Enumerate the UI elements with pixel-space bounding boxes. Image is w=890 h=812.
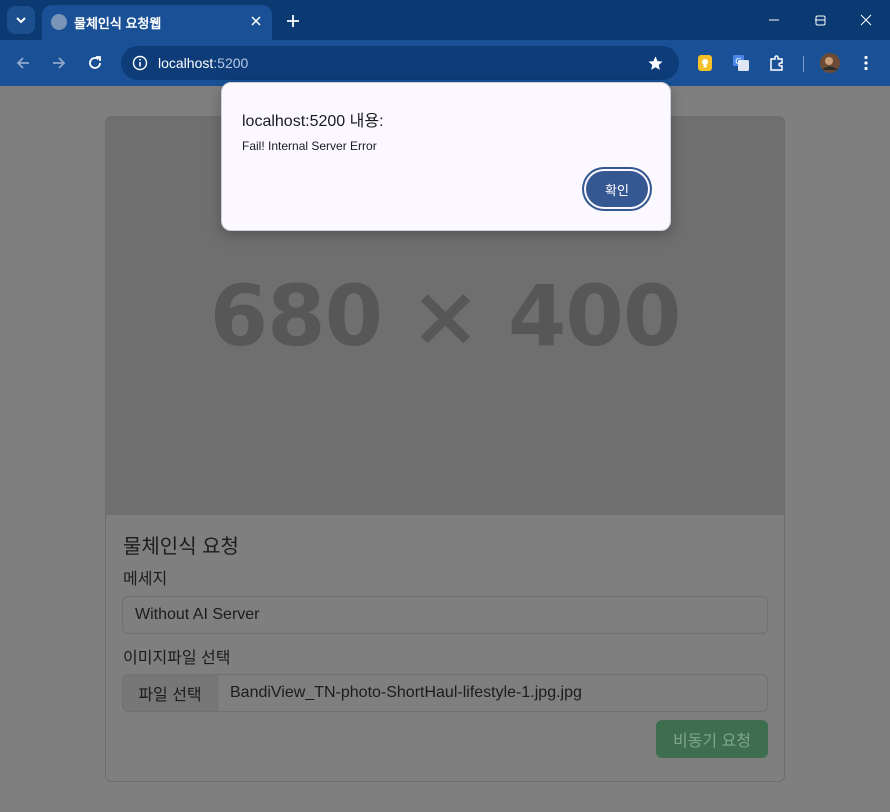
close-icon [860, 14, 872, 26]
profile-avatar[interactable] [819, 52, 841, 74]
reload-icon [89, 56, 101, 69]
tab-close-button[interactable] [246, 11, 266, 31]
forward-button[interactable] [45, 49, 73, 77]
keep-extension-icon[interactable] [694, 52, 716, 74]
toolbar-divider [803, 56, 804, 72]
file-label: 이미지파일 선택 [123, 650, 231, 667]
extensions-puzzle-icon[interactable] [766, 52, 788, 74]
maximize-control[interactable] [797, 0, 843, 40]
message-input[interactable]: Without AI Server [122, 596, 768, 634]
file-select-button[interactable]: 파일 선택 [123, 675, 218, 711]
dialog-ok-button[interactable]: 확인 [586, 171, 648, 207]
reload-button[interactable] [81, 49, 109, 77]
tab-search-button[interactable] [7, 6, 35, 34]
close-icon [251, 16, 261, 26]
more-menu-icon[interactable] [855, 52, 877, 74]
file-input[interactable]: 파일 선택 BandiView_TN-photo-ShortHaul-lifes… [122, 674, 768, 712]
address-bar[interactable]: localhost:5200 [121, 46, 679, 80]
placeholder-size-text: 680 × 400 [209, 267, 682, 365]
minimize-icon [769, 19, 779, 21]
url-host: localhost [158, 55, 214, 71]
url-text: localhost:5200 [158, 55, 248, 71]
message-label: 메세지 [123, 571, 168, 588]
back-button[interactable] [9, 49, 37, 77]
alert-dialog: localhost:5200 내용: Fail! Internal Server… [221, 82, 671, 231]
plus-icon [287, 15, 299, 27]
maximize-icon [815, 15, 825, 25]
site-info-icon[interactable] [131, 54, 149, 72]
close-window-control[interactable] [843, 0, 889, 40]
translate-extension-icon[interactable]: G [730, 52, 752, 74]
dialog-message: Fail! Internal Server Error [242, 139, 377, 153]
arrow-left-icon [16, 57, 29, 69]
selected-file-name: BandiView_TN-photo-ShortHaul-lifestyle-1… [230, 684, 582, 701]
tab-title: 물체인식 요청웹 [74, 16, 162, 31]
dialog-title: localhost:5200 내용: [242, 113, 384, 130]
chevron-down-icon [16, 17, 26, 24]
globe-icon [51, 14, 67, 30]
arrow-right-icon [53, 57, 66, 69]
browser-toolbar: localhost:5200 G [0, 40, 890, 86]
async-request-button[interactable]: 비동기 요청 [656, 720, 768, 758]
minimize-control[interactable] [751, 0, 797, 40]
browser-tab[interactable]: 물체인식 요청웹 [42, 5, 272, 40]
message-input-value: Without AI Server [135, 606, 260, 623]
url-port: :5200 [213, 55, 249, 71]
new-tab-button[interactable] [280, 8, 306, 34]
bookmark-star-icon[interactable] [645, 53, 665, 73]
svg-text:G: G [735, 57, 741, 66]
card-title: 물체인식 요청 [123, 536, 239, 558]
